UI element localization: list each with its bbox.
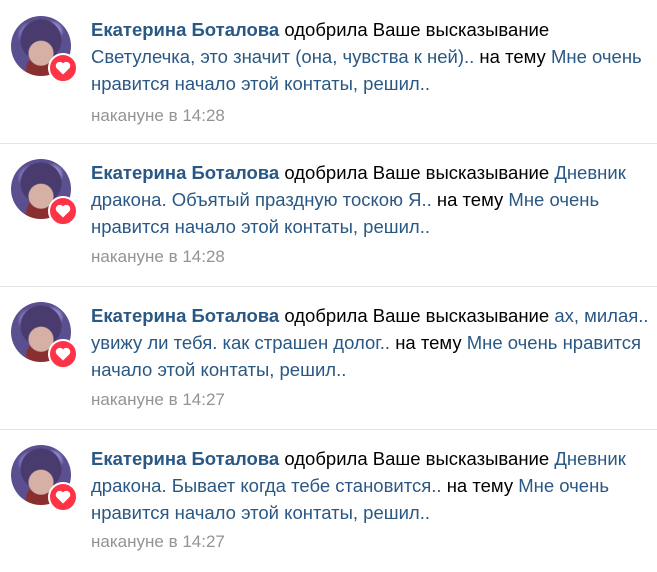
timestamp[interactable]: накануне в 14:27 [91, 390, 225, 410]
topic-prefix: на тему [446, 475, 514, 496]
author-link[interactable]: Екатерина Боталова [91, 305, 279, 326]
notifications-feed: Екатерина Боталова одобрила Ваше высказы… [0, 0, 657, 553]
notification-item: Екатерина Боталова одобрила Ваше высказы… [0, 429, 657, 572]
notification-item: Екатерина Боталова одобрила Ваше высказы… [0, 0, 657, 143]
notification-item: Екатерина Боталова одобрила Ваше высказы… [0, 286, 657, 429]
heart-icon [48, 339, 78, 369]
notification-text: Екатерина Боталова одобрила Ваше высказы… [91, 159, 656, 240]
author-link[interactable]: Екатерина Боталова [91, 448, 279, 469]
avatar[interactable] [11, 302, 78, 369]
quote-link[interactable]: Светулечка, это значит (она, чувства к н… [91, 46, 474, 67]
action-text: одобрила Ваше высказывание [284, 305, 550, 326]
action-text: одобрила Ваше высказывание [284, 162, 550, 183]
timestamp[interactable]: накануне в 14:28 [91, 247, 225, 267]
avatar[interactable] [11, 445, 78, 512]
action-text: одобрила Ваше высказывание [284, 19, 550, 40]
author-link[interactable]: Екатерина Боталова [91, 19, 279, 40]
notification-text: Екатерина Боталова одобрила Ваше высказы… [91, 445, 656, 526]
topic-prefix: на тему [395, 332, 462, 353]
heart-icon [48, 482, 78, 512]
notification-text: Екатерина Боталова одобрила Ваше высказы… [91, 302, 656, 383]
notification-text: Екатерина Боталова одобрила Ваше высказы… [91, 16, 656, 97]
topic-prefix: на тему [436, 189, 504, 210]
topic-prefix: на тему [479, 46, 546, 67]
heart-icon [48, 53, 78, 83]
timestamp[interactable]: накануне в 14:27 [91, 532, 225, 552]
action-text: одобрила Ваше высказывание [284, 448, 550, 469]
author-link[interactable]: Екатерина Боталова [91, 162, 279, 183]
timestamp[interactable]: накануне в 14:28 [91, 106, 225, 126]
avatar[interactable] [11, 16, 78, 83]
avatar[interactable] [11, 159, 78, 226]
notification-item: Екатерина Боталова одобрила Ваше высказы… [0, 143, 657, 286]
heart-icon [48, 196, 78, 226]
